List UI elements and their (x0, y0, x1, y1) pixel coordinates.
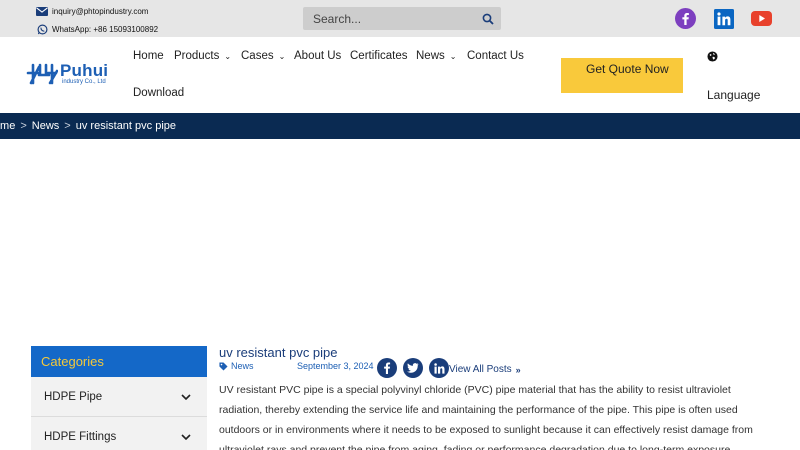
nav-about[interactable]: About Us (294, 50, 341, 62)
contact-whatsapp[interactable]: WhatsApp: +86 15093100892 (36, 23, 158, 35)
nav-contact-label: Contact Us (467, 50, 524, 62)
breadcrumb: Home > News > uv resistant pvc pipe (0, 113, 800, 139)
nav-products[interactable]: Products ⌄ (174, 50, 231, 62)
chevron-down-icon: ⌄ (224, 51, 232, 61)
search-box (303, 7, 501, 30)
nav-news-label: News (416, 50, 445, 62)
youtube-icon (751, 11, 772, 26)
twitter-icon (407, 363, 419, 373)
envelope-icon (36, 5, 48, 17)
article-body: UV resistant PVC pipe is a special polyv… (219, 384, 753, 450)
nav-cases-label: Cases (241, 50, 274, 62)
nav-certificates[interactable]: Certificates (350, 50, 408, 62)
nav-home[interactable]: Home (133, 50, 164, 62)
breadcrumb-news[interactable]: News (32, 120, 60, 132)
nav-download[interactable]: Download (133, 87, 184, 99)
contact-email-text: inquiry@phtopindustry.com (52, 6, 149, 16)
share-linkedin-button[interactable] (429, 358, 449, 378)
globe-icon[interactable] (707, 51, 718, 62)
facebook-link[interactable] (675, 8, 696, 29)
linkedin-link[interactable] (713, 8, 734, 29)
category-hdpe-pipe[interactable]: HDPE Pipe (31, 377, 207, 417)
article-category[interactable]: News (219, 361, 254, 371)
categories-sidebar: Categories HDPE Pipe HDPE Fittings (31, 346, 207, 450)
article-title: uv resistant pvc pipe (219, 345, 338, 360)
category-label: HDPE Pipe (44, 390, 103, 403)
double-chevron-right-icon: » (515, 364, 521, 375)
logo-mark-icon (26, 63, 58, 85)
top-bar: inquiry@phtopindustry.com WhatsApp: +86 … (0, 0, 800, 37)
facebook-icon (675, 8, 696, 29)
nav-certificates-label: Certificates (350, 50, 408, 62)
nav-home-label: Home (133, 50, 164, 62)
share-facebook-button[interactable] (377, 358, 397, 378)
nav-cases[interactable]: Cases ⌄ (241, 50, 285, 62)
facebook-icon (384, 362, 391, 374)
view-all-posts-link[interactable]: View All Posts » (449, 364, 521, 375)
article-category-label: News (231, 361, 254, 371)
whatsapp-icon (36, 23, 48, 35)
article-date: September 3, 2024 (297, 361, 374, 371)
tag-icon (219, 361, 228, 371)
view-all-posts-label: View All Posts (449, 364, 512, 375)
linkedin-icon (713, 8, 734, 29)
language-selector[interactable]: Language (707, 88, 760, 102)
nav-products-label: Products (174, 50, 220, 62)
site-logo[interactable]: Puhui industry Co., Ltd (26, 61, 108, 87)
chevron-down-icon[interactable] (181, 393, 191, 400)
get-quote-button[interactable]: Get Quote Now (561, 58, 683, 93)
search-input[interactable] (303, 11, 473, 26)
category-hdpe-fittings[interactable]: HDPE Fittings (31, 417, 207, 450)
site-header: Puhui industry Co., Ltd Home Products ⌄ … (0, 37, 800, 113)
breadcrumb-separator: > (64, 120, 71, 132)
chevron-down-icon: ⌄ (449, 51, 457, 61)
search-icon (482, 13, 494, 25)
linkedin-icon (433, 362, 444, 374)
contact-whatsapp-text: WhatsApp: +86 15093100892 (52, 24, 159, 34)
share-twitter-button[interactable] (403, 358, 423, 378)
nav-about-label: About Us (294, 50, 342, 62)
chevron-down-icon: ⌄ (278, 51, 286, 61)
youtube-link[interactable] (751, 8, 772, 29)
chevron-down-icon[interactable] (181, 433, 191, 440)
category-label: HDPE Fittings (44, 430, 117, 443)
logo-subtitle: industry Co., Ltd (62, 79, 106, 85)
logo-name: Puhui (60, 61, 109, 80)
breadcrumb-current: uv resistant pvc pipe (75, 120, 177, 132)
contact-email[interactable]: inquiry@phtopindustry.com (36, 5, 148, 17)
search-button[interactable] (480, 11, 495, 26)
breadcrumb-separator: > (20, 120, 27, 132)
nav-contact[interactable]: Contact Us (467, 50, 524, 62)
breadcrumb-home[interactable]: Home (0, 120, 15, 132)
nav-download-label: Download (133, 87, 185, 99)
categories-heading: Categories (31, 346, 207, 377)
nav-news[interactable]: News ⌄ (416, 50, 456, 62)
